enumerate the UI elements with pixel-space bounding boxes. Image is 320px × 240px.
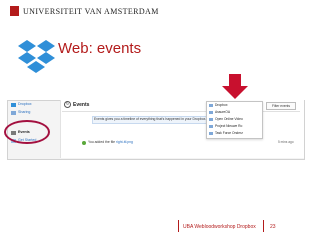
- slide-title: Web: events: [58, 40, 142, 57]
- sidebar-item-sharing[interactable]: Sharing: [18, 110, 30, 114]
- folder-icon: [209, 103, 213, 107]
- sidebar-item-dropbox[interactable]: Dropbox: [18, 102, 32, 106]
- folder-dropdown[interactable]: Dropbox AssureOA Open Online Video Proje…: [206, 101, 263, 139]
- dropdown-item[interactable]: Project Nieuwe Ro: [209, 124, 242, 128]
- university-logo-text: UNIVERSITEIT VAN AMSTERDAM: [23, 7, 159, 16]
- footer-text: UBA Webloodworkshop Dropbox: [183, 224, 256, 230]
- dropbox-icon: [11, 103, 16, 107]
- dropdown-item[interactable]: Dropbox: [209, 103, 227, 107]
- dropbox-logo-icon: [18, 40, 55, 73]
- down-arrow-icon: [222, 74, 248, 99]
- footer-divider: [178, 220, 179, 232]
- dropdown-item[interactable]: AssureOA: [209, 110, 230, 114]
- event-row: You added the file right-ttl.png: [88, 140, 133, 144]
- page-number: 23: [270, 224, 276, 230]
- events-title: Events: [73, 102, 90, 108]
- folder-icon: [209, 131, 213, 135]
- folder-icon: [209, 110, 213, 114]
- footer-divider: [263, 220, 264, 232]
- dropdown-item-label: Dropbox: [215, 103, 228, 107]
- sharing-icon: [11, 111, 16, 115]
- dropdown-item[interactable]: Open Online Video: [209, 117, 243, 121]
- dropdown-item-label: Project Nieuwe Ro: [215, 124, 243, 128]
- folder-icon: [209, 124, 213, 128]
- added-file-icon: [82, 141, 86, 145]
- events-header-icon: ↻: [64, 101, 71, 108]
- folder-icon: [209, 117, 213, 121]
- highlight-ellipse: [4, 120, 50, 144]
- events-description: Events gives you a timeline of everythin…: [94, 117, 207, 121]
- header-divider: [62, 111, 300, 112]
- dropdown-item-label: Open Online Video: [215, 117, 243, 121]
- university-logo-icon: [10, 6, 19, 16]
- dropdown-item-label: Task Force Onderz: [215, 131, 243, 135]
- event-file-link[interactable]: right-ttl.png: [116, 140, 133, 144]
- event-time: 5 mins ago: [278, 140, 294, 144]
- dropdown-item[interactable]: Task Force Onderz: [209, 131, 243, 135]
- dropdown-item-label: AssureOA: [215, 110, 231, 114]
- event-text: You added the file: [88, 140, 116, 144]
- filter-events-button[interactable]: Filter events: [266, 102, 296, 110]
